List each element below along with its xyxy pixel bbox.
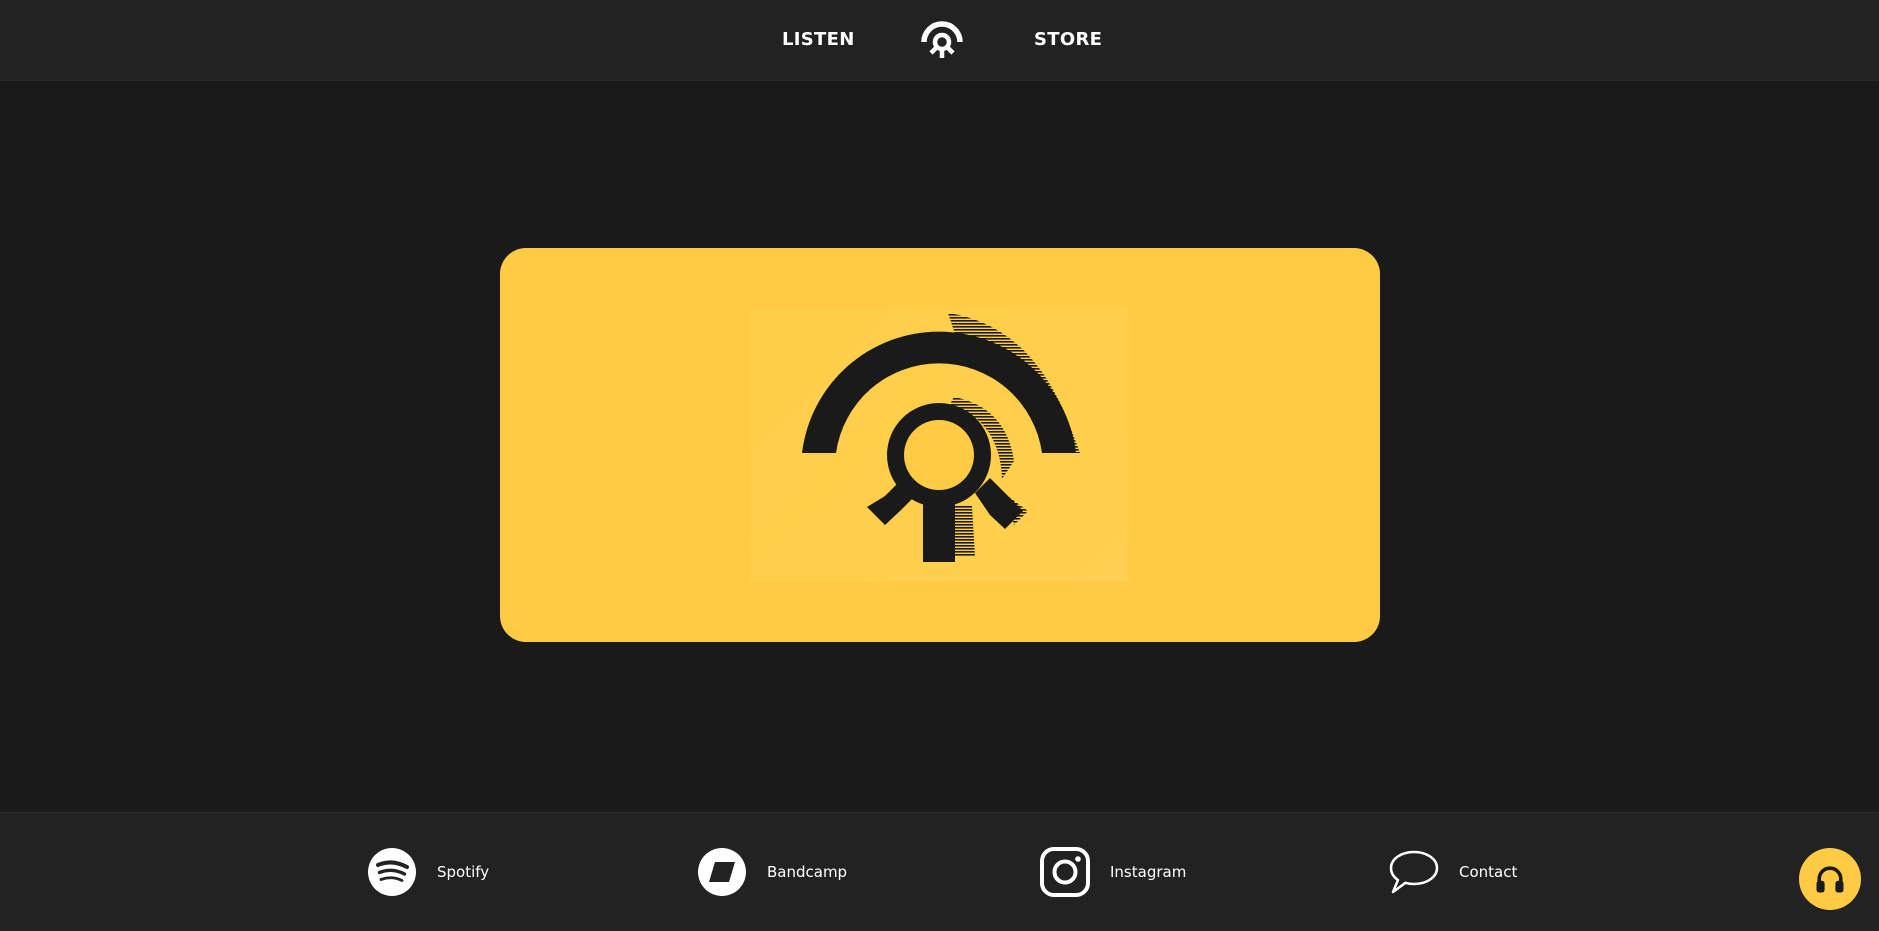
headphones-icon: [1816, 866, 1844, 893]
nav-store-link[interactable]: STORE: [1034, 28, 1102, 52]
spotify-label: Spotify: [437, 863, 490, 881]
player-toggle-button[interactable]: [1799, 848, 1861, 910]
spotify-icon: [368, 848, 416, 896]
top-nav-bar: LISTEN STORE: [0, 0, 1879, 81]
spotify-link[interactable]: Spotify: [367, 847, 489, 897]
instagram-link[interactable]: Instagram: [1040, 847, 1186, 897]
brand-logo-glitch-icon: [802, 313, 1080, 562]
bandcamp-label: Bandcamp: [767, 863, 848, 881]
bandcamp-icon: [698, 848, 746, 896]
instagram-icon: [1040, 847, 1090, 897]
contact-label: Contact: [1459, 863, 1518, 881]
instagram-label: Instagram: [1110, 863, 1187, 881]
brand-logo-icon[interactable]: [920, 18, 964, 62]
bandcamp-link[interactable]: Bandcamp: [697, 847, 847, 897]
hero-banner: [500, 248, 1380, 642]
speech-bubble-icon: [1389, 850, 1439, 894]
page: LISTEN STORE Spotify Bandcamp Instagram …: [0, 0, 1879, 931]
footer-bar: Spotify Bandcamp Instagram Contact: [0, 812, 1879, 931]
contact-link[interactable]: Contact: [1389, 847, 1517, 897]
nav-listen-link[interactable]: LISTEN: [782, 28, 855, 52]
